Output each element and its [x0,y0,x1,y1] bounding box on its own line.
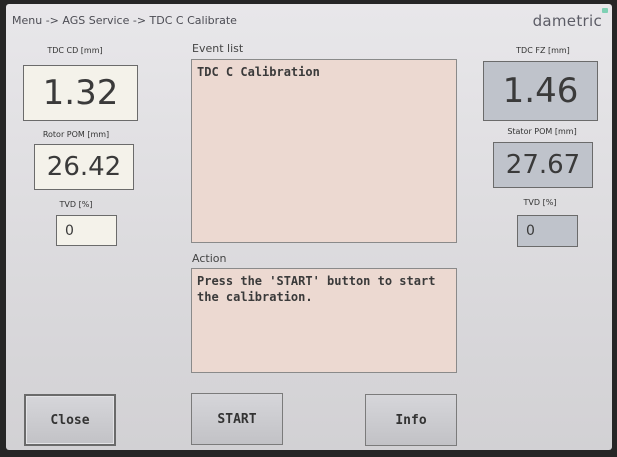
rotor-pom-label: Rotor POM [mm] [42,130,110,139]
tvd-right-value: 0 [517,215,578,247]
tdc-cd-value: 1.32 [23,65,138,121]
rotor-pom-value: 26.42 [34,144,134,190]
start-button[interactable]: START [191,393,283,445]
tvd-left-label: TVD [%] [59,200,93,209]
event-list-panel: TDC C Calibration [191,59,457,243]
stator-pom-value: 27.67 [493,142,593,188]
tvd-left-value: 0 [56,215,117,246]
tdc-fz-label: TDC FZ [mm] [516,46,570,55]
info-button[interactable]: Info [365,394,457,446]
event-list-item: TDC C Calibration [197,65,320,79]
brand-logo: dametric [532,12,602,30]
action-panel: Press the 'START' button to start the ca… [191,268,457,373]
action-message: Press the 'START' button to start the ca… [197,274,436,304]
breadcrumb: Menu -> AGS Service -> TDC C Calibrate [12,14,237,27]
stator-pom-label: Stator POM [mm] [507,127,577,136]
touch-screen: Menu -> AGS Service -> TDC C Calibrate d… [6,4,612,450]
close-button[interactable]: Close [24,394,116,446]
brand-mark-icon [602,8,608,13]
tvd-right-label: TVD [%] [523,198,557,207]
event-list-label: Event list [192,42,244,55]
tdc-fz-value: 1.46 [483,61,598,121]
tdc-cd-label: TDC CD [mm] [47,46,103,55]
action-label: Action [192,252,227,265]
